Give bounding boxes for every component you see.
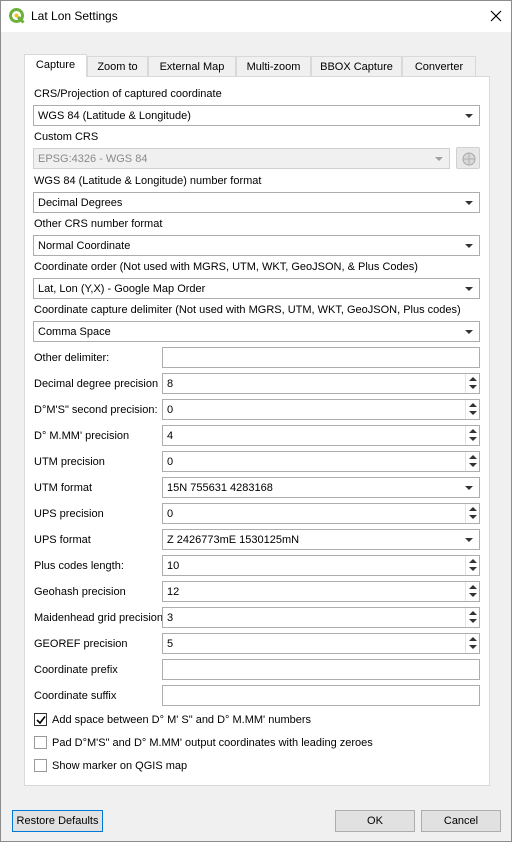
coordinate-order-label: Coordinate order (Not used with MGRS, UT… bbox=[34, 261, 418, 273]
restore-defaults-button[interactable]: Restore Defaults bbox=[12, 810, 103, 832]
spin-down-icon bbox=[469, 593, 477, 597]
ups-format-select[interactable]: Z 2426773mE 1530125mN bbox=[162, 529, 480, 550]
spin-up-icon bbox=[469, 377, 477, 381]
geohash-label: Geohash precision bbox=[34, 586, 126, 598]
chevron-down-icon bbox=[465, 330, 473, 334]
chevron-down-icon bbox=[465, 486, 473, 490]
chevron-down-icon bbox=[435, 157, 443, 161]
spin-down-icon bbox=[469, 515, 477, 519]
spin-up-icon bbox=[469, 507, 477, 511]
wgs84-format-label: WGS 84 (Latitude & Longitude) number for… bbox=[34, 175, 262, 187]
coordinate-order-select[interactable]: Lat, Lon (Y,X) - Google Map Order bbox=[33, 278, 480, 299]
ups-precision-spinbox[interactable]: 0 bbox=[162, 503, 480, 524]
pad-zeroes-label: Pad D°M'S" and D° M.MM' output coordinat… bbox=[52, 737, 373, 749]
close-icon bbox=[490, 10, 502, 22]
decimal-precision-spinbox[interactable]: 8 bbox=[162, 373, 480, 394]
chevron-down-icon bbox=[465, 287, 473, 291]
crs-label: CRS/Projection of captured coordinate bbox=[34, 88, 222, 100]
spin-buttons[interactable] bbox=[465, 426, 479, 445]
chevron-down-icon bbox=[465, 538, 473, 542]
other-delimiter-label: Other delimiter: bbox=[34, 352, 110, 364]
spin-up-icon bbox=[469, 559, 477, 563]
georef-spinbox[interactable]: 5 bbox=[162, 633, 480, 654]
ok-button[interactable]: OK bbox=[335, 810, 415, 832]
utm-format-label: UTM format bbox=[34, 482, 93, 494]
checkmark-icon bbox=[36, 716, 46, 725]
dmm-precision-label: D° M.MM' precision bbox=[34, 430, 130, 442]
spin-buttons[interactable] bbox=[465, 634, 479, 653]
plus-codes-spinbox[interactable]: 10 bbox=[162, 555, 480, 576]
other-crs-format-label: Other CRS number format bbox=[34, 218, 163, 230]
geohash-spinbox[interactable]: 12 bbox=[162, 581, 480, 602]
globe-icon bbox=[462, 152, 476, 166]
delimiter-select[interactable]: Comma Space bbox=[33, 321, 480, 342]
custom-crs-label: Custom CRS bbox=[34, 131, 99, 143]
show-marker-label: Show marker on QGIS map bbox=[52, 760, 188, 772]
close-button[interactable] bbox=[481, 1, 511, 32]
spin-down-icon bbox=[469, 567, 477, 571]
custom-crs-select: EPSG:4326 - WGS 84 bbox=[33, 148, 450, 169]
spin-down-icon bbox=[469, 463, 477, 467]
prefix-label: Coordinate prefix bbox=[34, 664, 118, 676]
dmm-precision-spinbox[interactable]: 4 bbox=[162, 425, 480, 446]
spin-up-icon bbox=[469, 403, 477, 407]
add-space-checkbox[interactable] bbox=[34, 713, 47, 726]
title-bar: Lat Lon Settings bbox=[1, 1, 511, 32]
tab-bbox-capture[interactable]: BBOX Capture bbox=[311, 56, 402, 77]
add-space-label: Add space between D° M' S" and D° M.MM' … bbox=[52, 714, 312, 726]
spin-buttons[interactable] bbox=[465, 374, 479, 393]
settings-dialog: Lat Lon Settings Capture Zoom to Externa… bbox=[0, 0, 512, 842]
dms-precision-label: D°M'S" second precision: bbox=[34, 404, 158, 416]
spin-down-icon bbox=[469, 411, 477, 415]
spin-up-icon bbox=[469, 637, 477, 641]
window-title: Lat Lon Settings bbox=[31, 9, 118, 23]
ups-format-label: UPS format bbox=[34, 534, 91, 546]
tab-external-map[interactable]: External Map bbox=[148, 56, 236, 77]
spin-up-icon bbox=[469, 611, 477, 615]
maidenhead-spinbox[interactable]: 3 bbox=[162, 607, 480, 628]
suffix-input[interactable] bbox=[162, 685, 480, 706]
dms-precision-spinbox[interactable]: 0 bbox=[162, 399, 480, 420]
spin-up-icon bbox=[469, 429, 477, 433]
wgs84-format-select[interactable]: Decimal Degrees bbox=[33, 192, 480, 213]
utm-format-select[interactable]: 15N 755631 4283168 bbox=[162, 477, 480, 498]
cancel-button[interactable]: Cancel bbox=[421, 810, 501, 832]
crs-select[interactable]: WGS 84 (Latitude & Longitude) bbox=[33, 105, 480, 126]
other-delimiter-input[interactable] bbox=[162, 347, 480, 368]
select-crs-button bbox=[456, 147, 480, 169]
tab-zoom-to[interactable]: Zoom to bbox=[87, 56, 148, 77]
georef-label: GEOREF precision bbox=[34, 638, 128, 650]
tab-multi-zoom[interactable]: Multi-zoom bbox=[236, 56, 311, 77]
spin-buttons[interactable] bbox=[465, 556, 479, 575]
utm-precision-spinbox[interactable]: 0 bbox=[162, 451, 480, 472]
prefix-input[interactable] bbox=[162, 659, 480, 680]
spin-down-icon bbox=[469, 437, 477, 441]
spin-buttons[interactable] bbox=[465, 452, 479, 471]
spin-up-icon bbox=[469, 455, 477, 459]
chevron-down-icon bbox=[465, 114, 473, 118]
other-crs-format-select[interactable]: Normal Coordinate bbox=[33, 235, 480, 256]
chevron-down-icon bbox=[465, 201, 473, 205]
spin-up-icon bbox=[469, 585, 477, 589]
tab-converter[interactable]: Converter bbox=[402, 56, 476, 77]
delimiter-label: Coordinate capture delimiter (Not used w… bbox=[34, 304, 461, 316]
maidenhead-label: Maidenhead grid precision bbox=[34, 612, 164, 624]
spin-buttons[interactable] bbox=[465, 400, 479, 419]
tab-capture[interactable]: Capture bbox=[24, 54, 87, 77]
suffix-label: Coordinate suffix bbox=[34, 690, 117, 702]
spin-buttons[interactable] bbox=[465, 582, 479, 601]
chevron-down-icon bbox=[465, 244, 473, 248]
show-marker-checkbox[interactable] bbox=[34, 759, 47, 772]
pad-zeroes-checkbox[interactable] bbox=[34, 736, 47, 749]
plus-codes-label: Plus codes length: bbox=[34, 560, 124, 572]
spin-down-icon bbox=[469, 645, 477, 649]
spin-down-icon bbox=[469, 619, 477, 623]
qgis-logo-icon bbox=[9, 8, 25, 24]
decimal-precision-label: Decimal degree precision bbox=[34, 378, 159, 390]
spin-buttons[interactable] bbox=[465, 608, 479, 627]
spin-down-icon bbox=[469, 385, 477, 389]
utm-precision-label: UTM precision bbox=[34, 456, 105, 468]
ups-precision-label: UPS precision bbox=[34, 508, 104, 520]
spin-buttons[interactable] bbox=[465, 504, 479, 523]
